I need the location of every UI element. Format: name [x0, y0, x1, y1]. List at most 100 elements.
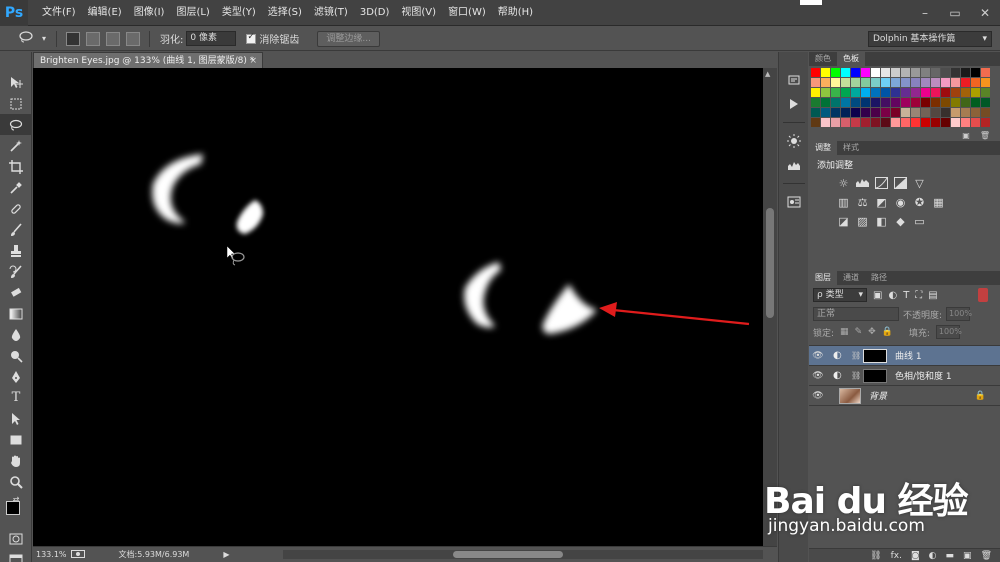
color-swatch[interactable] — [961, 88, 970, 97]
color-swatch[interactable] — [901, 118, 910, 127]
menu-3d[interactable]: 3D(D) — [354, 0, 396, 26]
brush-tool-icon[interactable] — [0, 219, 32, 240]
color-swatch[interactable] — [861, 118, 870, 127]
color-swatch[interactable] — [851, 98, 860, 107]
status-info-icon[interactable] — [70, 549, 85, 560]
layer-row-background[interactable]: 👁 背景 🔒 — [809, 386, 1000, 406]
color-swatch[interactable] — [951, 88, 960, 97]
color-swatch[interactable] — [891, 108, 900, 117]
color-swatch[interactable] — [891, 68, 900, 77]
color-swatch[interactable] — [901, 108, 910, 117]
histogram-panel-icon[interactable] — [779, 153, 809, 177]
magic-wand-tool-icon[interactable] — [0, 135, 32, 156]
screen-mode-icon[interactable] — [0, 549, 32, 562]
path-selection-tool-icon[interactable] — [0, 408, 32, 429]
filter-adjustment-icon[interactable]: ◐ — [888, 290, 897, 301]
history-panel-icon[interactable] — [779, 68, 809, 92]
color-swatch[interactable] — [831, 98, 840, 107]
color-swatch[interactable] — [961, 78, 970, 87]
color-swatch[interactable] — [871, 118, 880, 127]
color-swatch[interactable] — [951, 98, 960, 107]
fx-icon[interactable]: fx. — [891, 551, 902, 561]
hand-tool-icon[interactable] — [0, 450, 32, 471]
eye-icon[interactable]: 👁 — [809, 371, 827, 381]
color-swatch[interactable] — [981, 88, 990, 97]
minimize-button[interactable]: – — [910, 6, 940, 20]
color-swatch[interactable] — [951, 108, 960, 117]
document-canvas[interactable] — [33, 68, 763, 546]
photo-filter-icon[interactable]: ◉ — [894, 196, 907, 209]
tab-styles[interactable]: 样式 — [837, 141, 865, 155]
black-white-icon[interactable]: ◩ — [875, 196, 888, 209]
color-swatch[interactable] — [851, 108, 860, 117]
intersect-selection-button[interactable] — [126, 31, 141, 46]
zoom-level[interactable]: 133.1% — [36, 550, 67, 559]
foreground-color-swatch[interactable] — [6, 501, 20, 515]
lasso-preset-icon[interactable] — [18, 31, 34, 46]
color-swatch[interactable] — [941, 88, 950, 97]
color-swatch[interactable] — [861, 88, 870, 97]
color-swatch[interactable] — [881, 118, 890, 127]
history-brush-tool-icon[interactable] — [0, 261, 32, 282]
color-swatch[interactable] — [871, 88, 880, 97]
color-swatch[interactable] — [811, 68, 820, 77]
color-swatch[interactable] — [981, 98, 990, 107]
exposure-icon[interactable] — [894, 177, 907, 190]
workspace-select[interactable]: Dolphin 基本操作篇 — [868, 31, 992, 47]
channel-mixer-icon[interactable]: ✪ — [913, 196, 926, 209]
filter-toggle[interactable] — [978, 288, 988, 302]
filter-pixel-icon[interactable]: ▣ — [873, 290, 882, 301]
restore-button[interactable]: ▭ — [940, 6, 970, 20]
color-swatch[interactable] — [911, 98, 920, 107]
color-swatch[interactable] — [851, 78, 860, 87]
layer-row-curves[interactable]: 👁 ◐ ⛓ 曲线 1 — [809, 346, 1000, 366]
layer-thumbnail[interactable] — [839, 387, 861, 404]
color-swatch[interactable] — [821, 98, 830, 107]
layer-filter-select[interactable]: ρ 类型 — [813, 288, 867, 302]
add-selection-button[interactable] — [86, 31, 101, 46]
color-swatch[interactable] — [851, 68, 860, 77]
eye-icon[interactable]: 👁 — [809, 351, 827, 361]
move-tool-icon[interactable] — [0, 72, 32, 93]
color-swatch[interactable] — [811, 98, 820, 107]
color-swatch[interactable] — [881, 68, 890, 77]
menu-help[interactable]: 帮助(H) — [492, 0, 539, 26]
layer-mask-thumbnail[interactable] — [863, 368, 887, 383]
color-swatch[interactable] — [951, 118, 960, 127]
color-swatch[interactable] — [931, 78, 940, 87]
chain-link-icon[interactable]: ⛓ — [851, 351, 861, 360]
color-lookup-icon[interactable]: ▦ — [932, 196, 945, 209]
color-swatch[interactable] — [971, 88, 980, 97]
subtract-selection-button[interactable] — [106, 31, 121, 46]
color-swatch[interactable] — [841, 118, 850, 127]
tab-adjustments[interactable]: 调整 — [809, 141, 837, 155]
color-swatch[interactable] — [891, 118, 900, 127]
color-swatch[interactable] — [941, 78, 950, 87]
delete-layer-icon[interactable]: 🗑 — [981, 551, 992, 561]
color-swatch[interactable] — [971, 98, 980, 107]
color-swatch[interactable] — [981, 78, 990, 87]
actions-panel-icon[interactable] — [779, 92, 809, 116]
tab-paths[interactable]: 路径 — [865, 271, 893, 285]
color-swatch[interactable] — [971, 118, 980, 127]
filter-type-icon[interactable]: T — [903, 290, 909, 301]
color-swatch[interactable] — [881, 98, 890, 107]
layer-row-hue-saturation[interactable]: 👁 ◐ ⛓ 色相/饱和度 1 — [809, 366, 1000, 386]
dodge-tool-icon[interactable] — [0, 345, 32, 366]
color-swatch[interactable] — [811, 118, 820, 127]
new-layer-icon[interactable]: ▣ — [963, 551, 972, 561]
healing-brush-tool-icon[interactable] — [0, 198, 32, 219]
color-swatch[interactable] — [921, 108, 930, 117]
blend-mode-select[interactable]: 正常 — [813, 307, 899, 321]
filter-smart-object-icon[interactable]: ▤ — [928, 290, 937, 301]
color-swatch[interactable] — [891, 88, 900, 97]
color-swatch[interactable] — [881, 88, 890, 97]
color-swatch[interactable] — [971, 68, 980, 77]
marquee-tool-icon[interactable] — [0, 93, 32, 114]
color-swatch[interactable] — [831, 118, 840, 127]
color-swatch[interactable] — [911, 68, 920, 77]
color-swatch[interactable] — [861, 108, 870, 117]
color-swatch[interactable] — [951, 68, 960, 77]
color-swatch[interactable] — [861, 98, 870, 107]
filter-shape-icon[interactable]: ⛶ — [915, 290, 922, 301]
